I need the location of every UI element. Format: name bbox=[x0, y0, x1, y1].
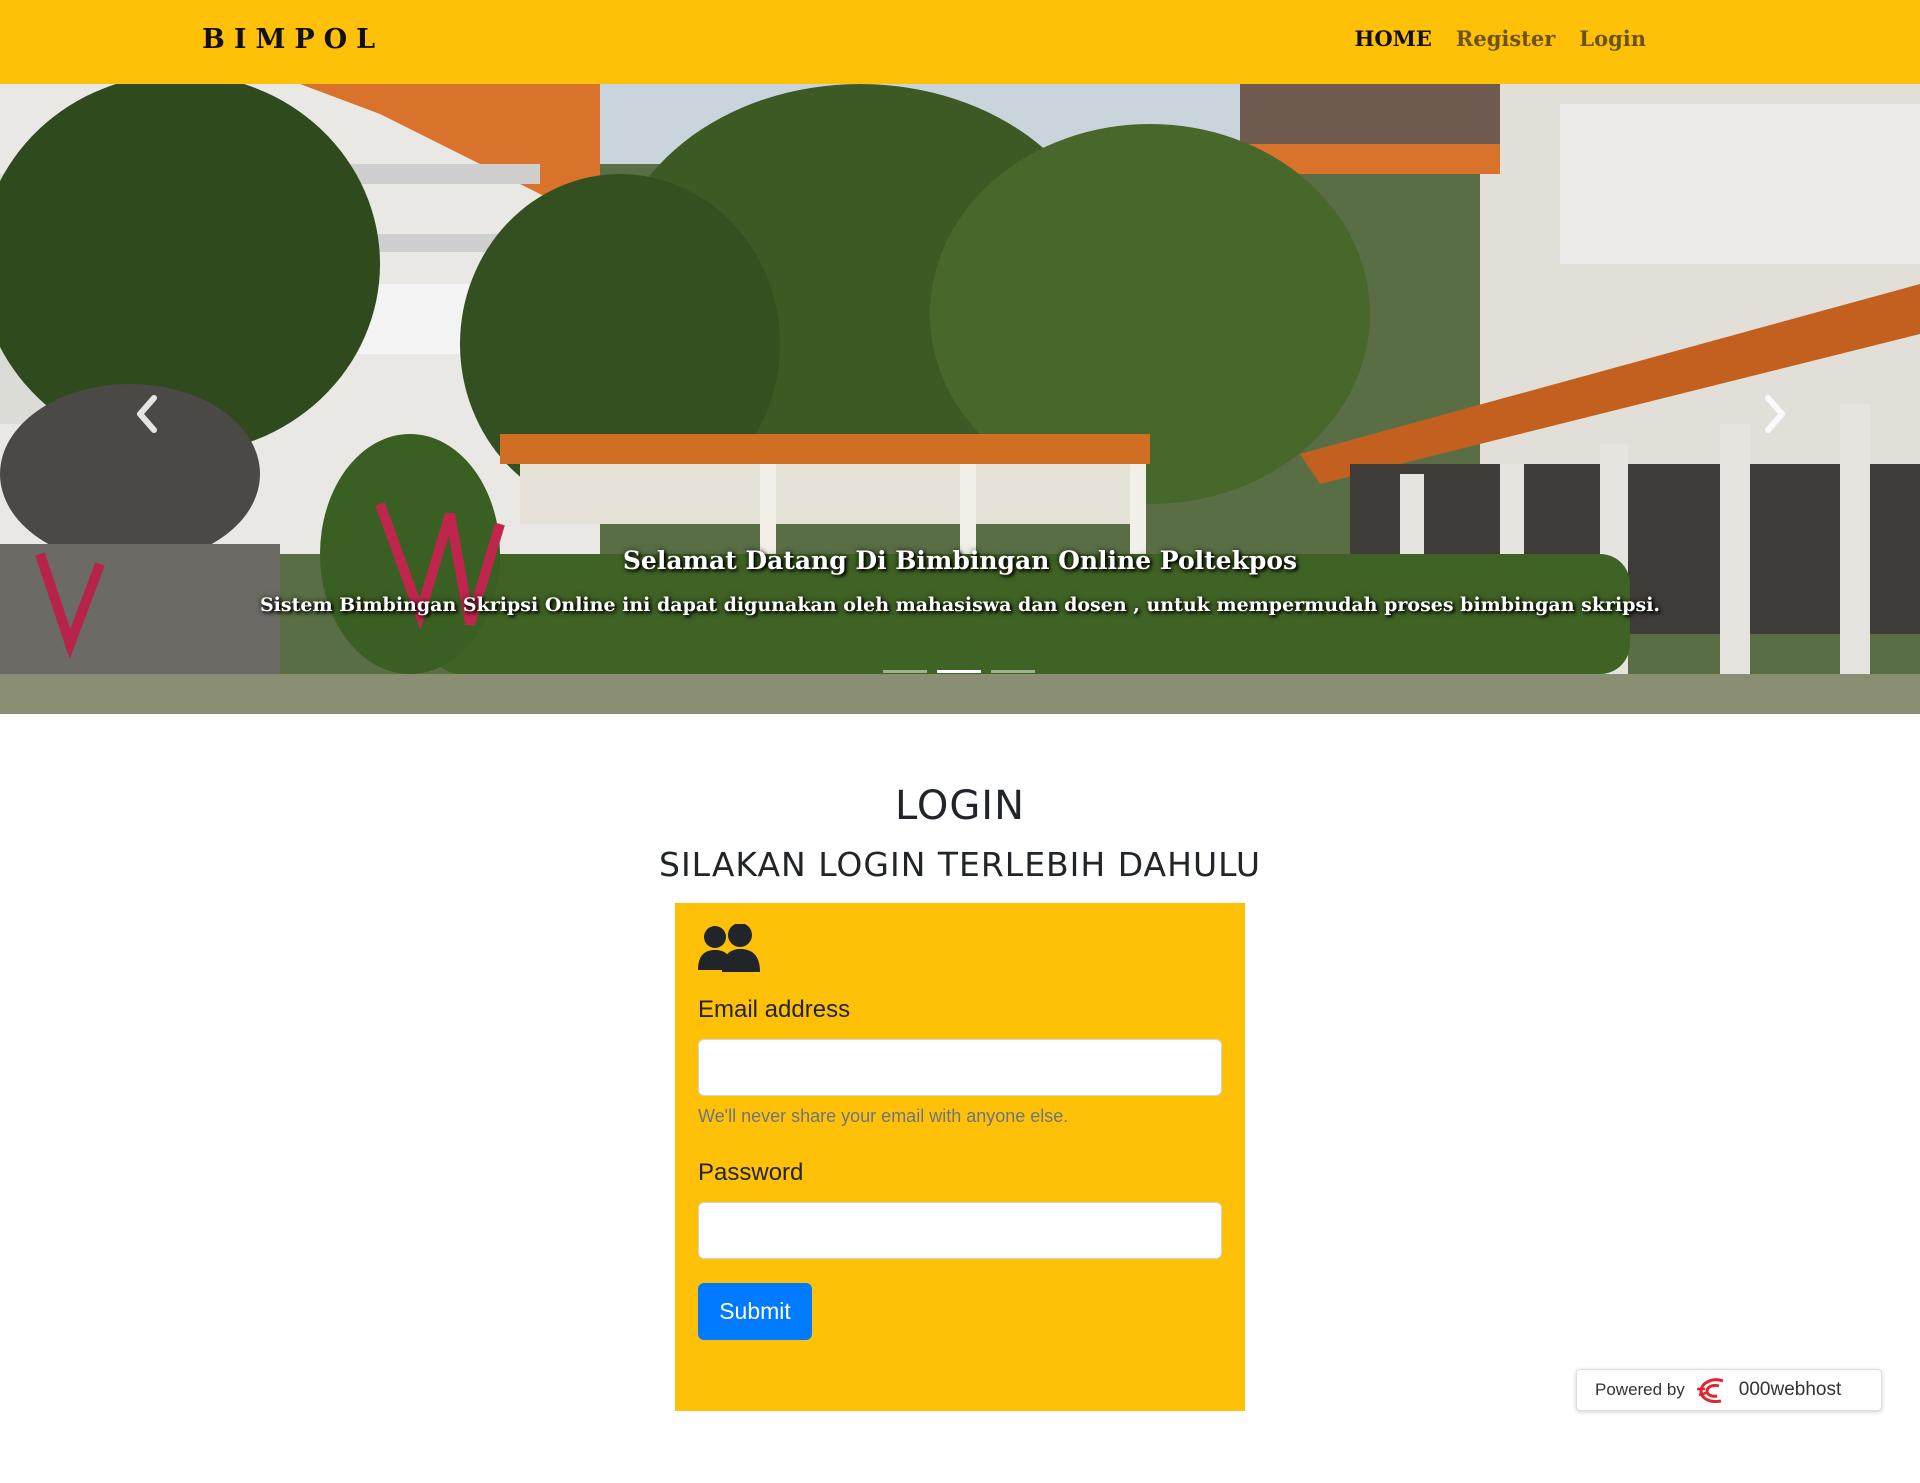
campus-photo bbox=[0, 84, 1920, 714]
powered-by-badge[interactable]: Powered by 000webhost bbox=[1576, 1369, 1882, 1411]
login-title: LOGIN bbox=[894, 783, 1026, 829]
hero-subtitle: Sistem Bimbingan Skripsi Online ini dapa… bbox=[259, 594, 1661, 616]
hero-carousel: Selamat Datang Di Bimbingan Online Polte… bbox=[0, 84, 1920, 714]
email-help-text: We'll never share your email with anyone… bbox=[698, 1106, 1069, 1126]
carousel-indicator-3[interactable] bbox=[991, 670, 1035, 673]
users-icon bbox=[698, 924, 760, 972]
login-form: Email address We'll never share your ema… bbox=[675, 903, 1245, 1411]
submit-button[interactable]: Submit bbox=[698, 1283, 812, 1340]
nav-login[interactable]: Login bbox=[1579, 26, 1646, 51]
chevron-right-icon[interactable] bbox=[1756, 384, 1796, 444]
carousel-indicator-1[interactable] bbox=[883, 670, 927, 673]
email-field[interactable] bbox=[698, 1039, 1222, 1096]
hero-title: Selamat Datang Di Bimbingan Online Polte… bbox=[622, 546, 1298, 575]
nav-register[interactable]: Register bbox=[1456, 26, 1555, 51]
navbar: BIMPOL HOME Register Login bbox=[0, 0, 1920, 84]
brand-logo[interactable]: BIMPOL bbox=[202, 24, 384, 55]
nav-home[interactable]: HOME bbox=[1354, 26, 1431, 51]
password-field[interactable] bbox=[698, 1202, 1222, 1259]
nav-links: HOME Register Login bbox=[1354, 26, 1646, 51]
password-label: Password bbox=[698, 1159, 804, 1186]
powered-by-brand: 000webhost bbox=[1738, 1379, 1842, 1400]
login-subtitle: SILAKAN LOGIN TERLEBIH DAHULU bbox=[659, 845, 1261, 884]
carousel-indicator-2[interactable] bbox=[937, 670, 981, 673]
powered-by-label: Powered by bbox=[1595, 1380, 1685, 1399]
chevron-left-icon[interactable] bbox=[126, 384, 166, 444]
email-label: Email address bbox=[698, 996, 851, 1023]
carousel-indicators bbox=[883, 670, 1035, 673]
000webhost-logo-icon bbox=[1696, 1378, 1724, 1403]
